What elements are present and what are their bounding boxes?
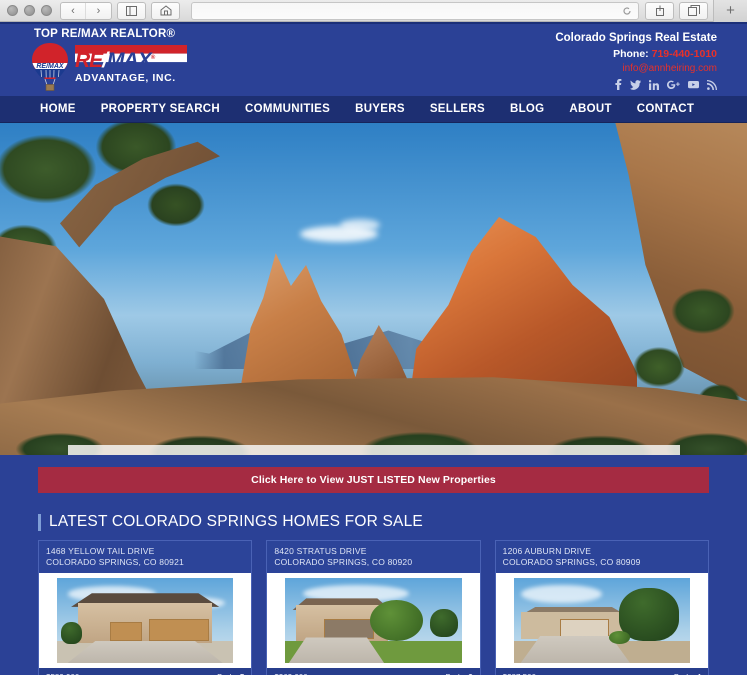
max-price-label: Max. Price [330,454,422,455]
home-icon[interactable] [151,1,180,20]
hero-banner: Location Min. Price No min Max. Price No… [0,123,747,455]
brand-subtitle: ADVANTAGE, INC. [75,72,176,84]
listing-card[interactable]: 8420 STRATUS DRIVE COLORADO SPRINGS, CO … [266,540,481,675]
just-listed-cta-banner[interactable]: Click Here to View JUST LISTED New Prope… [38,467,709,493]
listing-details: $287,500 Sq. Ft.: 2,620 Beds: 4 Baths: 4 [495,667,708,675]
nav-item-about[interactable]: ABOUT [569,103,611,115]
cloud-shape-secondary [340,219,380,231]
title-accent-bar [38,513,41,531]
forward-button[interactable]: › [86,3,111,19]
wordmark-registered: ® [150,55,156,61]
listing-street: 1468 YELLOW TAIL DRIVE [46,546,155,556]
beds-label: Beds [431,454,521,455]
browser-toolbar: ‹ › + [0,0,747,22]
contact-phone: Phone: 719-440-1010 [555,47,717,62]
nav-item-home[interactable]: HOME [40,103,76,115]
remax-balloon-icon: RE/MAX [28,41,72,93]
contact-title: Colorado Springs Real Estate [555,32,717,44]
main-navigation: HOME PROPERTY SEARCH COMMUNITIES BUYERS … [0,96,747,123]
min-price-label: Min. Price [229,454,321,455]
googleplus-icon[interactable] [667,80,680,90]
listing-photo[interactable] [39,572,252,668]
main-content: Click Here to View JUST LISTED New Prope… [0,455,747,675]
beds-field: Beds [431,454,521,455]
listing-photo[interactable] [267,572,480,668]
tabs-icon[interactable] [679,1,708,20]
maximize-window-button[interactable] [41,5,52,16]
listing-details: $589,900 Sq. Ft.: 4,424 Beds: 5 Baths: 4 [39,667,252,675]
share-icon[interactable] [645,1,674,20]
listing-details: $262,000 Sq. Ft.: 1,754 Beds: 3 Baths: 3 [267,667,480,675]
listing-card[interactable]: 1206 AUBURN DRIVE COLORADO SPRINGS, CO 8… [494,540,709,675]
listing-city-state-zip: COLORADO SPRINGS, CO 80920 [274,557,413,568]
youtube-icon[interactable] [688,80,699,89]
reload-icon[interactable] [622,6,632,16]
listing-street: 1206 AUBURN DRIVE [502,546,592,556]
social-links [555,79,717,91]
minimize-window-button[interactable] [24,5,35,16]
nav-item-contact[interactable]: CONTACT [637,103,694,115]
rss-icon[interactable] [707,79,717,90]
header-contact: Colorado Springs Real Estate Phone: 719-… [555,30,717,91]
section-title: LATEST COLORADO SPRINGS HOMES FOR SALE [38,513,709,531]
close-window-button[interactable] [7,5,18,16]
address-bar[interactable] [191,1,639,20]
property-search-panel: Location Min. Price No min Max. Price No… [68,445,680,455]
navigation-buttons[interactable]: ‹ › [60,1,112,20]
section-heading: LATEST COLORADO SPRINGS HOMES FOR SALE [49,513,423,530]
listing-city-state-zip: COLORADO SPRINGS, CO 80921 [46,557,184,568]
site-header: TOP RE/MAX REALTOR® RE/MAX RE/MAX® ADVAN… [0,22,747,96]
baths-field: Baths [530,454,620,455]
min-price-field: Min. Price No min [229,454,321,455]
brand-logo[interactable]: TOP RE/MAX REALTOR® RE/MAX RE/MAX® ADVAN… [28,28,218,93]
back-button[interactable]: ‹ [61,2,86,19]
twitter-icon[interactable] [630,80,641,90]
listing-street: 8420 STRATUS DRIVE [274,546,367,556]
sidebar-icon[interactable] [117,1,146,20]
remax-wordmark: RE/MAX® ADVANTAGE, INC. [75,41,187,84]
linkedin-icon[interactable] [649,79,659,90]
facebook-icon[interactable] [615,79,622,91]
location-field: Location [82,454,220,455]
listing-card[interactable]: 1468 YELLOW TAIL DRIVE COLORADO SPRINGS,… [38,540,253,675]
listing-city-state-zip: COLORADO SPRINGS, CO 80909 [502,557,641,568]
nav-item-blog[interactable]: BLOG [510,103,544,115]
nav-item-sellers[interactable]: SELLERS [430,103,485,115]
brand-tagline: TOP RE/MAX REALTOR® [34,28,176,40]
nav-item-property-search[interactable]: PROPERTY SEARCH [101,103,220,115]
listing-address: 8420 STRATUS DRIVE COLORADO SPRINGS, CO … [267,541,479,573]
max-price-field: Max. Price No max [330,454,422,455]
new-tab-button[interactable]: + [713,0,747,22]
contact-email[interactable]: info@annheiring.com [555,62,717,77]
listing-address: 1468 YELLOW TAIL DRIVE COLORADO SPRINGS,… [39,541,251,573]
location-label: Location [82,454,220,455]
baths-label: Baths [530,454,620,455]
nav-item-buyers[interactable]: BUYERS [355,103,405,115]
wordmark-max: MAX [107,49,152,72]
listing-address: 1206 AUBURN DRIVE COLORADO SPRINGS, CO 8… [496,541,708,573]
nav-item-communities[interactable]: COMMUNITIES [245,103,330,115]
latest-listings: 1468 YELLOW TAIL DRIVE COLORADO SPRINGS,… [38,540,709,675]
wordmark-re: RE [75,49,103,72]
svg-text:RE/MAX: RE/MAX [36,63,65,70]
phone-label: Phone: [613,47,649,60]
phone-number[interactable]: 719-440-1010 [652,48,717,60]
listing-photo[interactable] [495,572,708,668]
window-controls[interactable] [0,5,60,16]
